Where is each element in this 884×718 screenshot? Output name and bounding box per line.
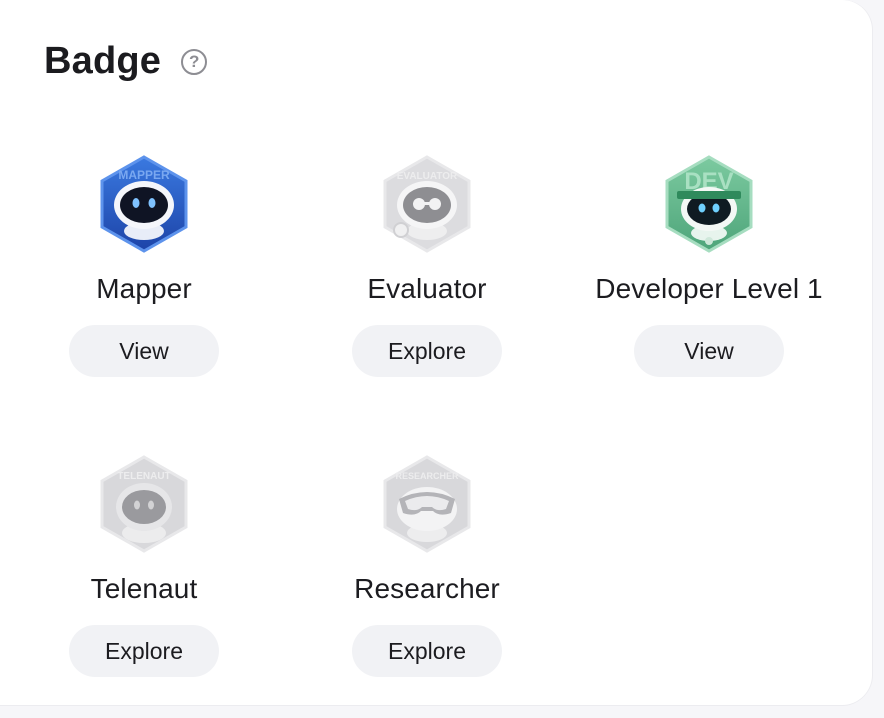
svg-text:TELENAUT: TELENAUT [117,471,170,482]
svg-text:EVALUATOR: EVALUATOR [397,171,458,182]
badge-card-evaluator: EVALUATOR Evaluator Explore [286,155,568,377]
view-developer-button[interactable]: View [634,325,784,377]
page-title: Badge [44,40,162,82]
badge-header: Badge ? [44,40,208,83]
explore-telenaut-button[interactable]: Explore [69,625,219,677]
badge-name-telenaut: Telenaut [90,573,198,604]
evaluator-badge-icon: EVALUATOR [383,155,471,253]
explore-researcher-button[interactable]: Explore [352,625,502,677]
developer-badge-icon: DEV [665,155,753,253]
researcher-badge-icon: RESEARCHER [383,455,471,553]
telenaut-badge-icon: TELENAUT [100,455,188,553]
badge-card-mapper: MAPPER Mapper View [3,155,285,377]
badge-name-developer: Developer Level 1 [595,273,823,304]
badge-name-evaluator: Evaluator [367,273,487,304]
view-mapper-button[interactable]: View [69,325,219,377]
help-icon[interactable]: ? [181,48,208,75]
explore-evaluator-button[interactable]: Explore [352,325,502,377]
badge-card-telenaut: TELENAUT Telenaut Explore [3,455,285,677]
badge-panel: Badge ? MAPPER Mapper View EVALUATOR Eva… [0,0,872,705]
svg-text:MAPPER: MAPPER [118,168,170,182]
badge-name-mapper: Mapper [96,273,192,304]
badge-card-researcher: RESEARCHER Researcher Explore [286,455,568,677]
badge-name-researcher: Researcher [354,573,500,604]
badge-card-developer: DEV Developer Level 1 View [568,155,850,377]
svg-text:RESEARCHER: RESEARCHER [395,471,459,481]
mapper-badge-icon: MAPPER [100,155,188,253]
